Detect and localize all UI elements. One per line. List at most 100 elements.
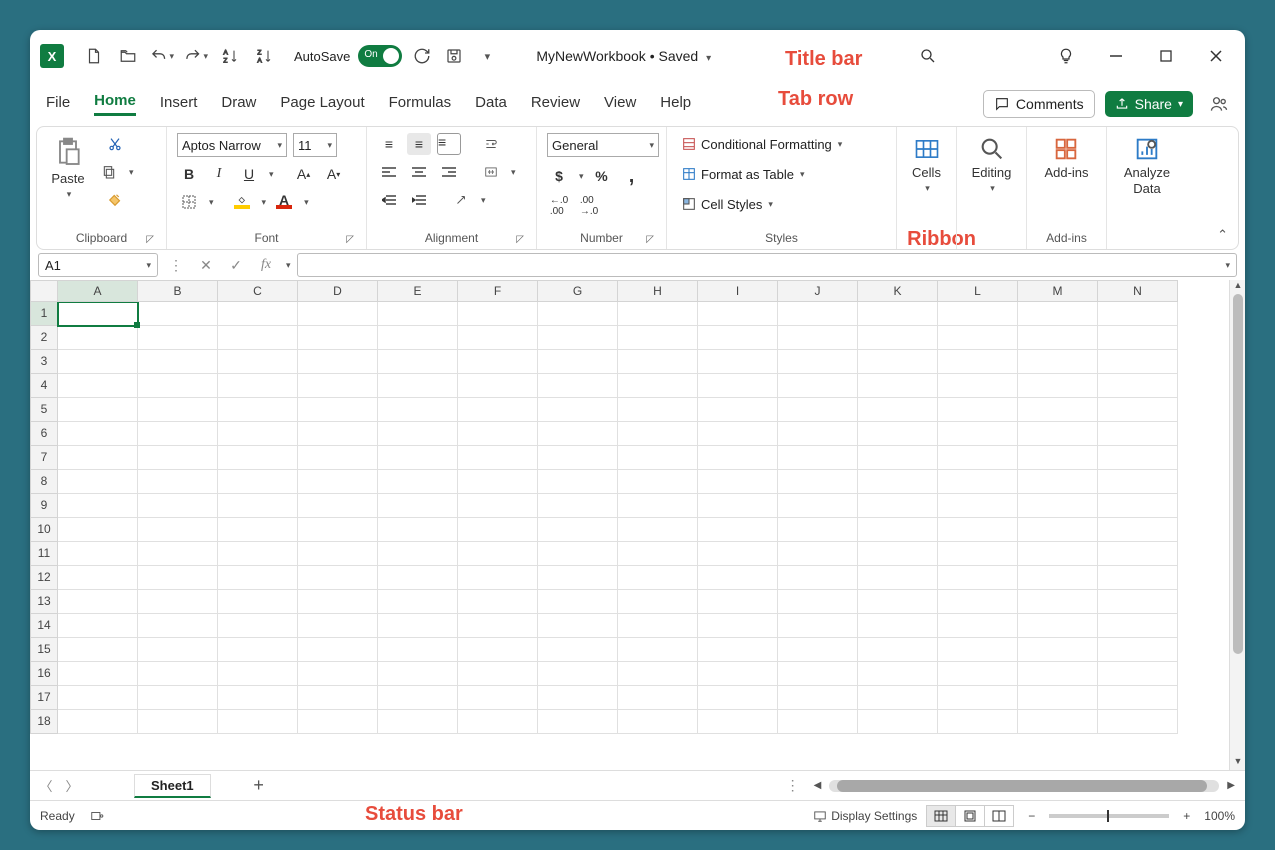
cell[interactable] <box>218 686 298 710</box>
cell[interactable] <box>1098 662 1178 686</box>
increase-indent-icon[interactable] <box>407 189 431 211</box>
cell[interactable] <box>938 470 1018 494</box>
cell[interactable] <box>458 326 538 350</box>
cell[interactable] <box>778 446 858 470</box>
cell[interactable] <box>1098 422 1178 446</box>
tab-file[interactable]: File <box>46 94 70 115</box>
font-name-selector[interactable]: Aptos Narrow▾ <box>177 133 287 157</box>
cell[interactable] <box>1098 590 1178 614</box>
cell[interactable] <box>138 374 218 398</box>
cell[interactable] <box>778 638 858 662</box>
row-header[interactable]: 9 <box>30 494 58 518</box>
number-format-selector[interactable]: General▾ <box>547 133 659 157</box>
cell[interactable] <box>58 686 138 710</box>
tab-review[interactable]: Review <box>531 94 580 115</box>
cell[interactable] <box>858 446 938 470</box>
cell[interactable] <box>858 662 938 686</box>
cell[interactable] <box>298 542 378 566</box>
cell[interactable] <box>698 446 778 470</box>
cell[interactable] <box>778 470 858 494</box>
column-header[interactable]: F <box>458 280 538 302</box>
zoom-out-button[interactable]: − <box>1024 809 1039 823</box>
sort-asc-icon[interactable]: AZ <box>218 44 242 68</box>
cell[interactable] <box>938 638 1018 662</box>
cell[interactable] <box>618 638 698 662</box>
maximize-button[interactable] <box>1155 45 1177 67</box>
cell[interactable] <box>1018 518 1098 542</box>
cell[interactable] <box>458 614 538 638</box>
cell[interactable] <box>458 590 538 614</box>
cell[interactable] <box>858 638 938 662</box>
cell[interactable] <box>778 542 858 566</box>
align-center-icon[interactable] <box>407 161 431 183</box>
cell[interactable] <box>378 374 458 398</box>
align-bottom-icon[interactable]: ≡ <box>437 133 461 155</box>
cell[interactable] <box>778 662 858 686</box>
row-header[interactable]: 16 <box>30 662 58 686</box>
cell[interactable] <box>298 470 378 494</box>
cell[interactable] <box>538 374 618 398</box>
cell[interactable] <box>538 710 618 734</box>
cell[interactable] <box>618 614 698 638</box>
cell[interactable] <box>1018 662 1098 686</box>
cell[interactable] <box>1018 302 1098 326</box>
zoom-slider[interactable] <box>1049 814 1169 818</box>
cell[interactable] <box>618 398 698 422</box>
row-header[interactable]: 8 <box>30 470 58 494</box>
cell[interactable] <box>538 614 618 638</box>
cell[interactable] <box>938 566 1018 590</box>
cell[interactable] <box>778 350 858 374</box>
cell[interactable] <box>298 302 378 326</box>
cell[interactable] <box>138 710 218 734</box>
cell[interactable] <box>138 326 218 350</box>
cell[interactable] <box>58 662 138 686</box>
cell[interactable] <box>298 590 378 614</box>
cell[interactable] <box>458 302 538 326</box>
horizontal-scroll-thumb[interactable] <box>837 780 1207 792</box>
column-header[interactable]: G <box>538 280 618 302</box>
sheet-nav-next-icon[interactable]: 〉 <box>62 776 82 795</box>
cell[interactable] <box>858 350 938 374</box>
cell-styles-button[interactable]: Cell Styles▾ <box>677 193 777 215</box>
cell[interactable] <box>218 542 298 566</box>
cell[interactable] <box>58 446 138 470</box>
row-header[interactable]: 5 <box>30 398 58 422</box>
cell[interactable] <box>1098 638 1178 662</box>
cell[interactable] <box>138 662 218 686</box>
collaborator-icon[interactable] <box>1209 94 1229 114</box>
cell[interactable] <box>378 470 458 494</box>
cell[interactable] <box>458 422 538 446</box>
cell[interactable] <box>218 590 298 614</box>
enter-formula-icon[interactable]: ✓ <box>224 254 248 276</box>
cell[interactable] <box>138 470 218 494</box>
column-header[interactable]: L <box>938 280 1018 302</box>
cell[interactable] <box>458 686 538 710</box>
horizontal-scrollbar[interactable] <box>829 780 1219 792</box>
cell[interactable] <box>938 398 1018 422</box>
tab-page-layout[interactable]: Page Layout <box>280 94 364 115</box>
row-header[interactable]: 12 <box>30 566 58 590</box>
cell[interactable] <box>858 470 938 494</box>
sheet-nav-prev-icon[interactable]: 〈 <box>36 776 56 795</box>
increase-decimal-icon[interactable]: ←.0.00 <box>547 195 571 217</box>
cell[interactable] <box>698 422 778 446</box>
format-as-table-button[interactable]: Format as Table▾ <box>677 163 809 185</box>
cell[interactable] <box>778 374 858 398</box>
tab-help[interactable]: Help <box>660 94 691 115</box>
cell[interactable] <box>58 350 138 374</box>
cell[interactable] <box>218 374 298 398</box>
cell[interactable] <box>698 326 778 350</box>
cell[interactable] <box>58 374 138 398</box>
cell[interactable] <box>58 614 138 638</box>
cell[interactable] <box>1018 590 1098 614</box>
cell[interactable] <box>1098 542 1178 566</box>
cell[interactable] <box>458 374 538 398</box>
search-icon[interactable] <box>917 45 939 67</box>
lightbulb-icon[interactable] <box>1055 45 1077 67</box>
redo-icon[interactable]: ▾ <box>184 44 208 68</box>
cell[interactable] <box>138 542 218 566</box>
cell[interactable] <box>58 398 138 422</box>
cell[interactable] <box>218 398 298 422</box>
cell[interactable] <box>858 302 938 326</box>
cell[interactable] <box>538 590 618 614</box>
